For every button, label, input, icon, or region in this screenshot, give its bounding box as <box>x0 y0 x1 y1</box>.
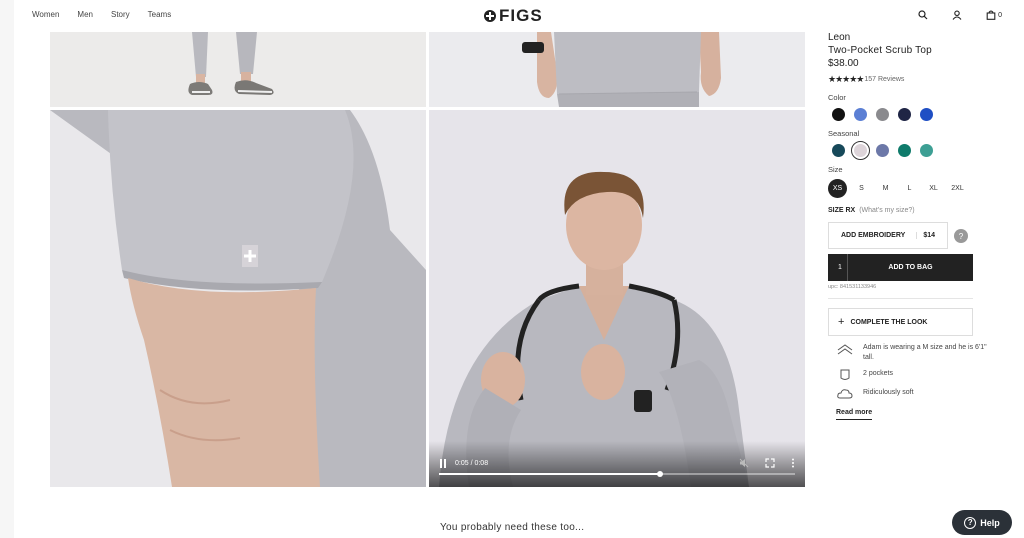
star-rating-icons: ★★★★★ <box>828 74 864 84</box>
size-option[interactable]: XL <box>924 179 943 198</box>
color-swatch[interactable] <box>876 108 889 121</box>
color-swatch[interactable] <box>898 108 911 121</box>
size-option[interactable]: L <box>900 179 919 198</box>
video-progress-track[interactable] <box>439 471 795 477</box>
feature-soft: Ridiculously soft <box>836 388 988 399</box>
embroidery-help-icon[interactable]: ? <box>954 229 968 243</box>
video-frame-image <box>429 110 805 487</box>
feature-soft-text: Ridiculously soft <box>863 389 914 396</box>
mute-icon[interactable] <box>739 458 749 470</box>
main-nav: Women Men Story Teams <box>32 10 171 19</box>
color-label: Color <box>828 93 846 102</box>
product-image-torso[interactable] <box>429 32 805 107</box>
cart-count: 0 <box>998 11 1002 19</box>
product-panel: Leon Two-Pocket Scrub Top $38.00 ★★★★★ 1… <box>828 32 988 420</box>
embroidery-price: $14 <box>916 232 935 239</box>
size-label: Size <box>828 165 843 174</box>
seasonal-color-swatch[interactable] <box>898 144 911 157</box>
product-video[interactable]: 0:05 / 0:08 <box>429 110 805 487</box>
complete-the-look-button[interactable]: + COMPLETE THE LOOK <box>828 308 973 336</box>
page: Women Men Story Teams FIGS 0 0:05 / 0:08… <box>14 0 1024 538</box>
size-rx-label: SIZE RX <box>828 207 856 214</box>
product-title: Two-Pocket Scrub Top <box>828 45 932 56</box>
help-button[interactable]: ? Help <box>952 510 1012 535</box>
hanger-icon <box>836 343 853 355</box>
pocket-icon <box>836 369 853 381</box>
size-help-link[interactable]: (What's my size?) <box>859 207 914 214</box>
color-swatch[interactable] <box>920 108 933 121</box>
quantity-select[interactable]: 1 <box>828 254 848 281</box>
upc-code: upc: 841531133946 <box>828 284 877 290</box>
complete-look-label: COMPLETE THE LOOK <box>850 318 928 326</box>
nav-story[interactable]: Story <box>111 10 130 19</box>
rating[interactable]: ★★★★★ 157 Reviews <box>828 74 988 85</box>
nav-teams[interactable]: Teams <box>148 10 172 19</box>
feature-pockets: 2 pockets <box>836 369 988 381</box>
recommendations-heading: You probably need these too... <box>440 522 585 533</box>
plus-icon: + <box>838 316 845 328</box>
video-progress-fill <box>439 473 660 475</box>
product-collection: Leon <box>828 32 851 43</box>
feature-fit-text: Adam is wearing a M size and he is 6'1" … <box>863 344 987 361</box>
seasonal-label: Seasonal <box>828 129 860 138</box>
video-buttons <box>739 458 795 470</box>
add-to-bag-button[interactable]: ADD TO BAG <box>848 264 973 271</box>
cloud-icon <box>836 388 853 399</box>
nav-women[interactable]: Women <box>32 10 59 19</box>
color-swatch[interactable] <box>832 108 845 121</box>
figs-logo[interactable]: FIGS <box>484 6 543 26</box>
cart-button[interactable]: 0 <box>986 10 1002 20</box>
add-to-bag-bar: 1 ADD TO BAG <box>828 254 973 281</box>
help-question-icon: ? <box>964 516 977 529</box>
color-swatches <box>832 108 988 121</box>
account-icon[interactable] <box>952 10 962 20</box>
figs-cross-icon <box>484 10 496 22</box>
video-controls: 0:05 / 0:08 <box>429 441 805 487</box>
bag-icon <box>986 10 996 20</box>
seasonal-swatches <box>832 141 988 160</box>
seasonal-color-swatch[interactable] <box>920 144 933 157</box>
size-rx: SIZE RX (What's my size?) <box>828 207 988 214</box>
feature-fit: Adam is wearing a M size and he is 6'1" … <box>836 343 988 362</box>
read-more-link[interactable]: Read more <box>836 409 873 420</box>
product-price: $38.00 <box>828 58 859 69</box>
size-option[interactable]: S <box>852 179 871 198</box>
add-embroidery-button[interactable]: ADD EMBROIDERY $14 <box>828 222 948 249</box>
site-header: Women Men Story Teams FIGS 0 <box>14 0 1024 32</box>
divider <box>828 298 973 299</box>
search-icon[interactable] <box>918 10 928 20</box>
seasonal-color-swatch[interactable] <box>832 144 845 157</box>
product-image-sleeve[interactable] <box>50 110 426 487</box>
seasonal-color-swatch[interactable] <box>876 144 889 157</box>
size-options: XS S M L XL 2XL <box>828 179 988 198</box>
fullscreen-icon[interactable] <box>765 458 775 470</box>
more-options-icon[interactable] <box>791 458 795 470</box>
video-progress-knob[interactable] <box>656 471 663 477</box>
video-time: 0:05 / 0:08 <box>455 460 489 467</box>
pause-icon[interactable] <box>439 459 447 468</box>
logo-text: FIGS <box>499 6 543 25</box>
embroidery-label: ADD EMBROIDERY <box>841 232 906 239</box>
help-label: Help <box>980 517 1000 528</box>
nav-men[interactable]: Men <box>77 10 93 19</box>
size-option[interactable]: XS <box>828 179 847 198</box>
feature-pockets-text: 2 pockets <box>863 370 893 377</box>
size-option[interactable]: 2XL <box>948 179 967 198</box>
reviews-link[interactable]: 157 Reviews <box>864 76 904 83</box>
seasonal-color-swatch[interactable] <box>851 141 870 160</box>
color-swatch[interactable] <box>854 108 867 121</box>
header-icons: 0 <box>918 10 1002 20</box>
size-option[interactable]: M <box>876 179 895 198</box>
product-image-legs[interactable] <box>50 32 426 107</box>
